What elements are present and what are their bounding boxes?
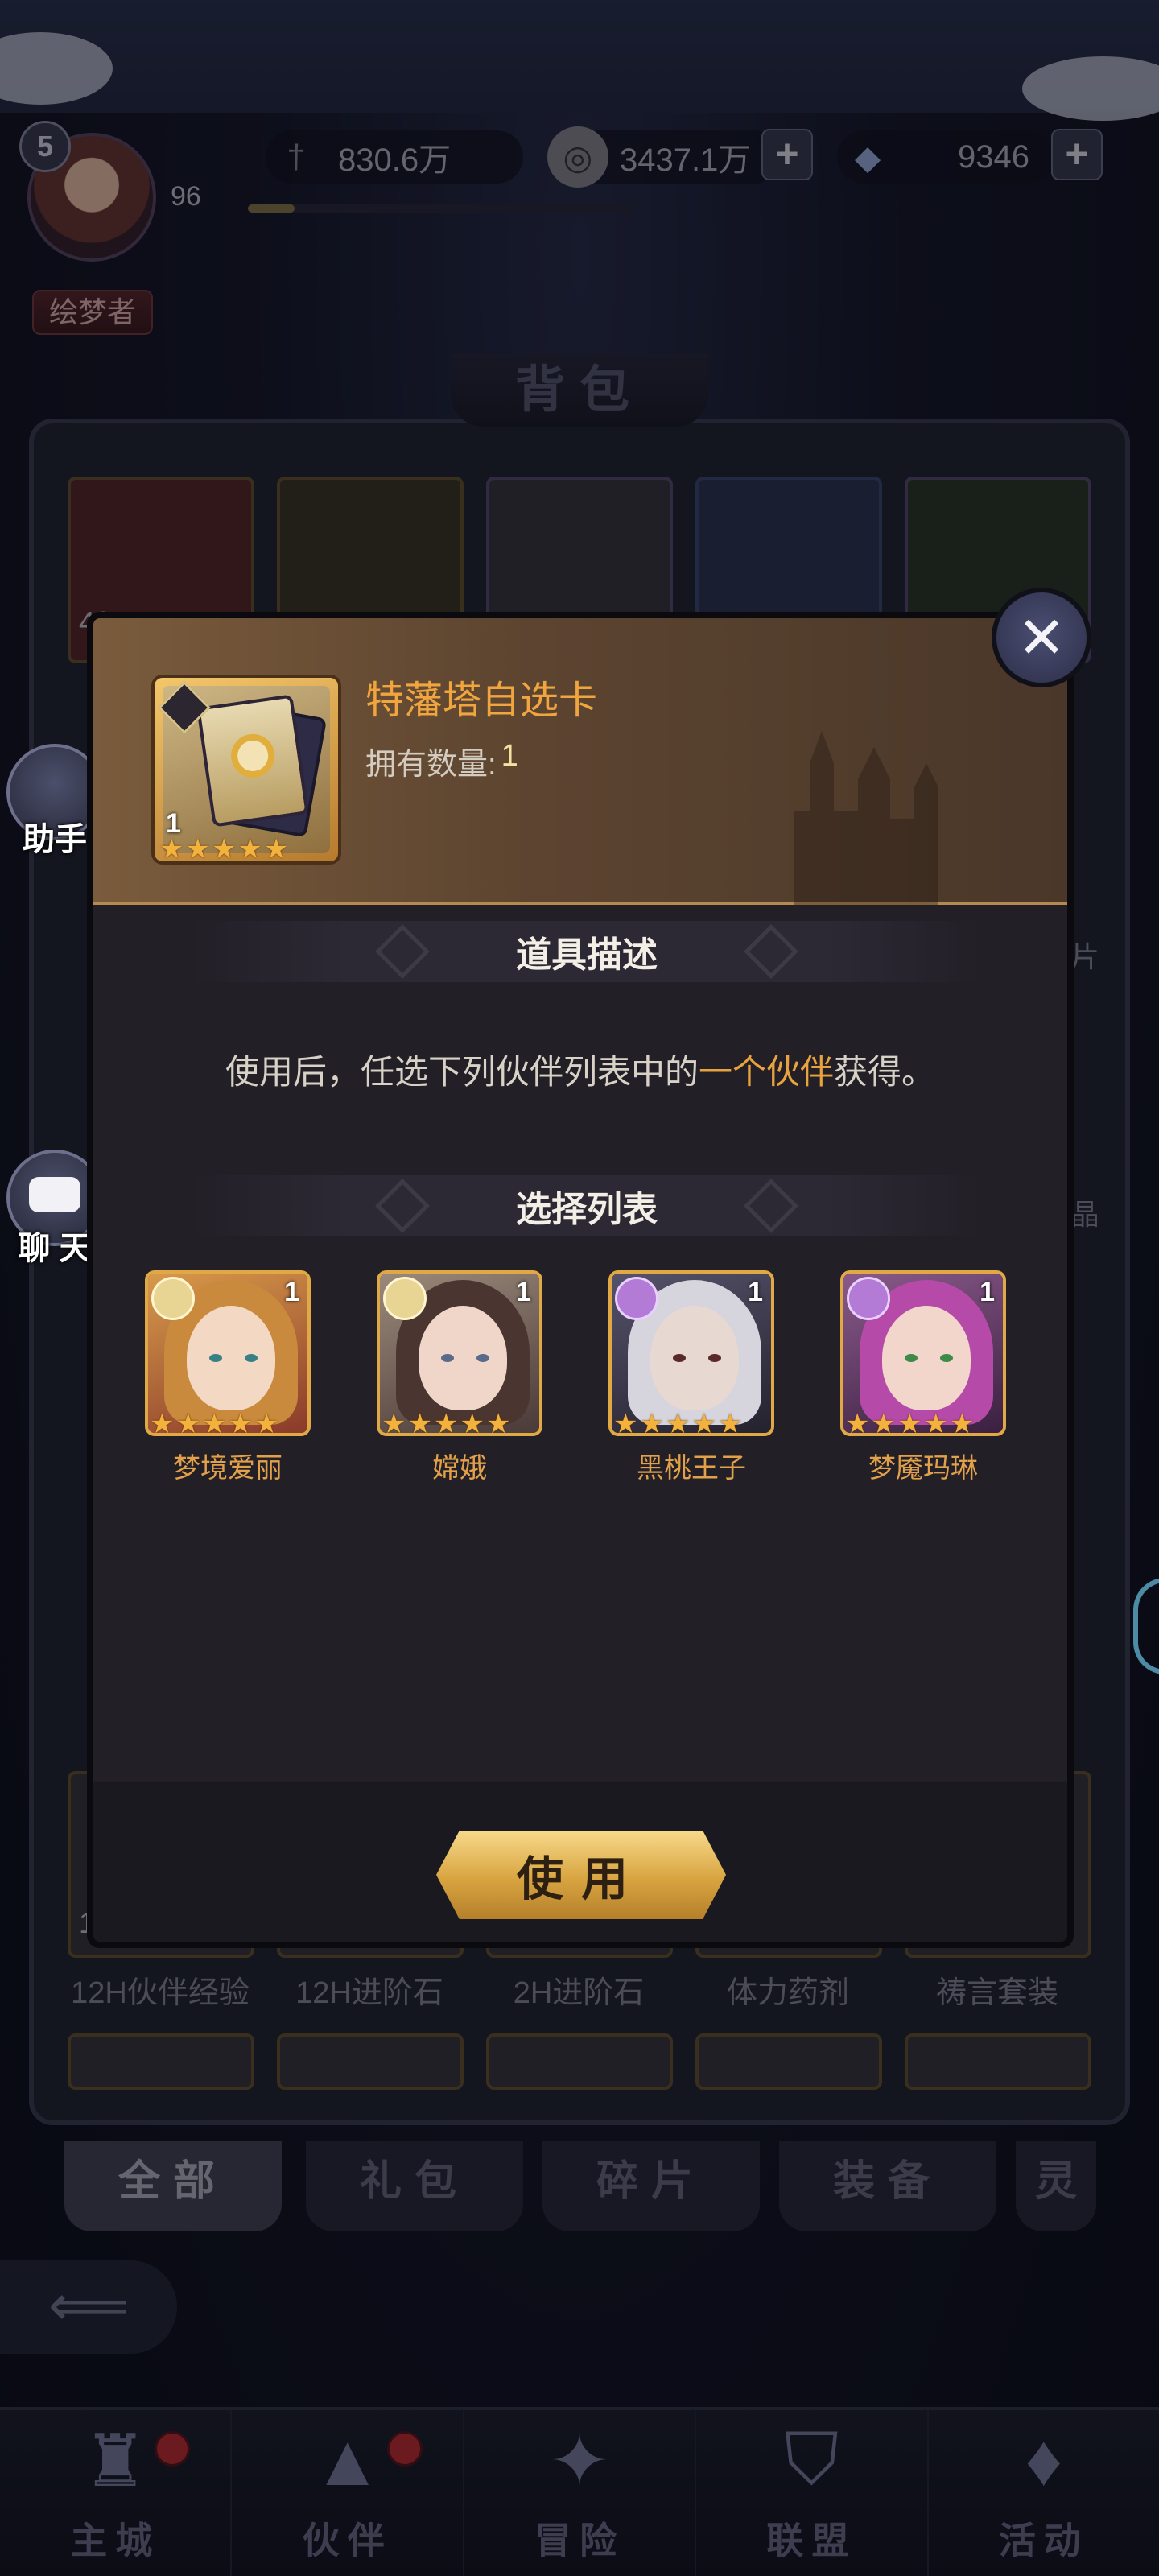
companion-name: 嫦娥	[432, 1453, 487, 1484]
owned-value: 1	[501, 739, 518, 773]
star-icon: ★	[201, 1409, 227, 1436]
companion-count: 1	[980, 1277, 995, 1307]
diamond-star-badge-icon	[383, 1277, 427, 1320]
ornament-icon	[744, 1179, 798, 1233]
eye	[708, 1354, 721, 1362]
item-description: 使用后，任选下列伙伴列表中的一个伙伴获得。	[93, 1045, 1067, 1094]
item-card: 1 ★ ★ ★ ★ ★	[151, 675, 341, 865]
owned-count: 拥有数量: 1	[365, 739, 518, 783]
companion-portrait: 1 ★ ★ ★ ★ ★	[145, 1270, 311, 1436]
star-icon: ★	[150, 1409, 175, 1436]
ornament-icon	[375, 924, 430, 979]
star-icon: ★	[263, 834, 289, 865]
star-icon: ★	[665, 1409, 691, 1436]
companion-count: 1	[748, 1277, 763, 1307]
star-icon: ★	[923, 1409, 948, 1436]
star-icon: ★	[691, 1409, 716, 1436]
companion-name: 梦境爱丽	[173, 1453, 283, 1484]
eye	[441, 1354, 454, 1362]
description-title: 道具描述	[516, 935, 658, 975]
description-text-end: 获得。	[834, 1053, 936, 1091]
item-name: 特藩塔自选卡	[365, 679, 598, 722]
star-icon: ★	[897, 1409, 922, 1436]
description-heading: 道具描述	[190, 921, 984, 982]
companion-portrait: 1 ★ ★ ★ ★ ★	[840, 1270, 1006, 1436]
diamond-star-badge-icon	[151, 1277, 195, 1320]
close-x-icon: ✕	[1017, 606, 1066, 671]
star-icon: ★	[382, 1409, 406, 1436]
description-highlight: 一个伙伴	[698, 1053, 834, 1091]
face-shape	[419, 1306, 507, 1410]
star-icon: ★	[845, 1409, 870, 1436]
star-icon: ★	[639, 1409, 664, 1436]
star-icon: ★	[460, 1409, 485, 1436]
face-shape	[650, 1306, 739, 1410]
star-icon: ★	[211, 834, 237, 865]
choice-list-heading: 选择列表	[190, 1175, 984, 1236]
star-icon: ★	[159, 834, 184, 865]
moon-badge-icon	[847, 1277, 890, 1320]
star-icon: ★	[613, 1409, 638, 1436]
ornament-icon	[744, 924, 798, 979]
companion-name: 黑桃王子	[637, 1453, 746, 1484]
close-button[interactable]: ✕	[992, 588, 1091, 687]
companion-name: 梦魇玛琳	[868, 1453, 978, 1484]
face-shape	[882, 1306, 971, 1410]
companion-option[interactable]: 1 ★ ★ ★ ★ ★ 梦境爱丽	[145, 1270, 311, 1485]
star-icon: ★	[237, 834, 262, 865]
star-icon: ★	[185, 834, 210, 865]
companion-portrait: 1 ★ ★ ★ ★ ★	[608, 1270, 774, 1436]
tarot-card-icon	[196, 694, 309, 828]
star-icon: ★	[717, 1409, 743, 1436]
item-detail-modal: 1 ★ ★ ★ ★ ★ 特藩塔自选卡 拥有数量: 1 道具描述 使用后，任选下列伙伴列表…	[87, 612, 1074, 1948]
item-stars: ★ ★ ★ ★ ★	[159, 836, 288, 863]
chat-bubble-icon	[29, 1177, 80, 1212]
eye	[245, 1354, 258, 1362]
owned-label: 拥有数量:	[365, 748, 497, 782]
companion-stars: ★ ★ ★ ★ ★	[845, 1409, 975, 1436]
star-icon: ★	[949, 1409, 975, 1436]
face-shape	[187, 1306, 275, 1410]
star-icon: ★	[228, 1409, 253, 1436]
companion-stars: ★ ★ ★ ★ ★	[613, 1409, 743, 1436]
companion-option[interactable]: 1 ★ ★ ★ ★ ★ 黑桃王子	[608, 1270, 774, 1485]
moon-badge-icon	[615, 1277, 658, 1320]
moon-icon	[228, 731, 278, 781]
companion-count: 1	[516, 1277, 531, 1307]
star-icon: ★	[175, 1409, 200, 1436]
star-icon: ★	[485, 1409, 511, 1436]
companion-count: 1	[284, 1277, 299, 1307]
companion-stars: ★ ★ ★ ★ ★	[382, 1409, 511, 1436]
use-button[interactable]: 使用	[436, 1831, 726, 1919]
companion-stars: ★ ★ ★ ★ ★	[150, 1409, 279, 1436]
eye	[940, 1354, 953, 1362]
description-text: 使用后，任选下列伙伴列表中的	[225, 1053, 699, 1091]
star-icon: ★	[407, 1409, 432, 1436]
eye	[476, 1354, 489, 1362]
ornament-icon	[375, 1179, 430, 1233]
eye	[673, 1354, 686, 1362]
castle-silhouette-icon	[794, 731, 938, 905]
star-icon: ★	[433, 1409, 459, 1436]
companion-portrait: 1 ★ ★ ★ ★ ★	[377, 1270, 542, 1436]
star-icon: ★	[871, 1409, 896, 1436]
eye	[209, 1354, 222, 1362]
companion-option[interactable]: 1 ★ ★ ★ ★ ★ 梦魇玛琳	[840, 1270, 1006, 1485]
choice-title: 选择列表	[516, 1190, 658, 1229]
companion-option[interactable]: 1 ★ ★ ★ ★ ★ 嫦娥	[377, 1270, 542, 1485]
eye	[905, 1354, 918, 1362]
modal-header: 1 ★ ★ ★ ★ ★ 特藩塔自选卡 拥有数量: 1	[93, 618, 1067, 905]
star-icon: ★	[254, 1409, 279, 1436]
